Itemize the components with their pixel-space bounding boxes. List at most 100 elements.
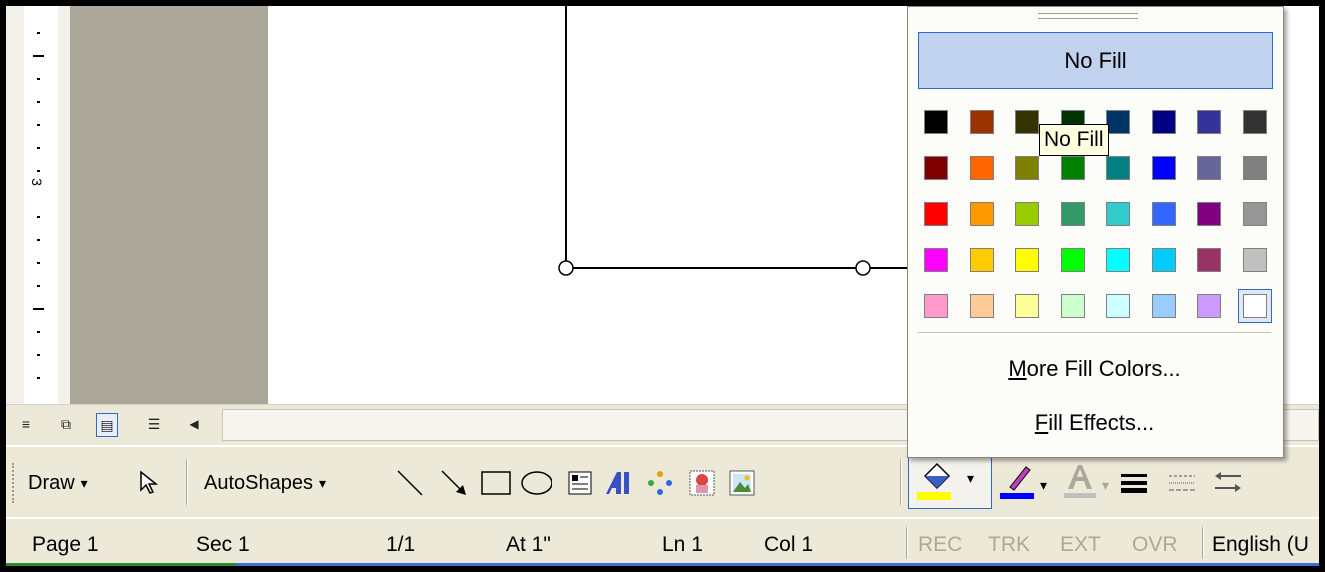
color-swatch[interactable] [969,294,994,318]
color-swatch[interactable] [924,110,948,134]
color-swatch[interactable] [969,202,994,226]
color-swatch[interactable] [1015,110,1039,134]
dash-style-icon [1169,475,1195,491]
color-swatch[interactable] [1151,248,1176,272]
draw-label: Draw [28,471,75,494]
color-swatch[interactable] [924,202,948,226]
scroll-left-button[interactable]: ◀ [184,413,204,435]
more-fill-colors-label: ore Fill Colors... [1026,356,1181,381]
color-swatch[interactable] [1151,202,1176,226]
color-swatch[interactable] [924,156,948,180]
resize-handle-bottom-left[interactable] [558,260,574,276]
color-swatch[interactable] [1151,110,1176,134]
fill-effects-item[interactable]: Fill Effects... [918,401,1271,445]
color-swatch[interactable] [1060,156,1085,180]
color-swatch[interactable] [1015,248,1039,272]
color-swatch[interactable] [1242,202,1267,226]
print-layout-view-button[interactable]: ▤ [96,413,118,437]
web-layout-view-icon: ⧉ [61,415,71,432]
status-trk[interactable]: TRK [988,533,1030,557]
color-swatch[interactable] [924,248,948,272]
color-swatch[interactable] [969,248,994,272]
line-style-button[interactable] [1118,467,1150,499]
color-swatch[interactable] [1015,156,1039,180]
status-ovr[interactable]: OVR [1132,533,1178,557]
autoshapes-menu-button[interactable]: AutoShapes ▾ [204,463,326,503]
line-icon [397,470,423,496]
color-swatch[interactable] [924,294,948,318]
dash-style-button[interactable] [1166,467,1198,499]
oval-button[interactable] [520,467,552,499]
fill-color-icon [917,462,951,500]
color-swatch[interactable] [1197,156,1221,180]
normal-view-button[interactable]: ≡ [16,413,36,435]
toolbar-grip[interactable] [12,463,17,503]
text-box-button[interactable] [564,467,596,499]
color-swatch[interactable] [1242,248,1267,272]
ruler-tick [37,354,40,356]
ruler-tick [37,377,40,379]
diagram-button[interactable] [644,467,676,499]
outline-view-button[interactable]: ☰ [144,413,164,435]
no-fill-button[interactable]: No Fill [918,32,1273,89]
clip-art-button[interactable] [686,467,718,499]
rectangle-icon [481,471,511,495]
web-layout-view-button[interactable]: ⧉ [56,413,76,435]
color-swatch[interactable] [1151,156,1176,180]
wordart-button[interactable] [602,467,634,499]
chevron-down-icon: ▾ [318,474,327,491]
color-swatch[interactable] [1015,294,1039,318]
color-swatch[interactable] [1151,294,1176,318]
color-swatch[interactable] [1106,156,1130,180]
status-language: English (U [1212,533,1309,556]
rectangle-button[interactable] [480,467,512,499]
word-window: 3 ≡ ⧉ ▤ ☰ ◀ Draw ▾ AutoShapes ▾ ▾ ▾ ▾ Pa… [6,6,1319,566]
color-swatch[interactable] [1106,294,1130,318]
resize-handle-bottom-middle[interactable] [855,260,871,276]
line-color-icon [1000,466,1034,499]
color-swatch[interactable] [1242,156,1267,180]
color-swatch[interactable] [1106,202,1130,226]
ruler-tick [37,262,40,264]
select-objects-button[interactable] [132,467,164,499]
ruler-tick [37,147,40,149]
scroll-left-icon: ◀ [189,417,199,431]
arrow-style-button[interactable] [1212,467,1244,499]
color-swatch[interactable] [1060,202,1085,226]
arrow-button[interactable] [438,467,470,499]
fill-color-button[interactable]: ▾ [908,453,992,509]
color-swatch[interactable] [1197,110,1221,134]
ruler-tick [37,285,40,287]
color-swatch[interactable] [1015,202,1039,226]
status-page: Page 1 [32,533,99,556]
line-color-button[interactable] [998,461,1038,501]
color-swatch[interactable] [1060,248,1085,272]
status-ext[interactable]: EXT [1060,533,1101,557]
color-swatch[interactable] [969,156,994,180]
more-fill-colors-item[interactable]: More Fill Colors... [918,347,1271,391]
line-button[interactable] [394,467,426,499]
normal-view-icon: ≡ [21,416,31,432]
clip-art-icon [689,470,715,496]
status-rec[interactable]: REC [918,533,962,557]
color-swatch[interactable] [1242,294,1267,318]
ruler-tick [37,239,40,241]
color-swatch[interactable] [1197,202,1221,226]
color-swatch[interactable] [1060,294,1085,318]
page-margin-area [70,6,268,404]
color-swatch[interactable] [969,110,994,134]
color-swatch[interactable] [1242,110,1267,134]
color-swatch[interactable] [1197,248,1221,272]
insert-picture-button[interactable] [726,467,758,499]
color-swatch[interactable] [1106,248,1130,272]
select-objects-icon [140,470,159,494]
draw-menu-button[interactable]: Draw ▾ [28,463,88,503]
chevron-down-icon[interactable]: ▾ [1040,477,1047,494]
font-color-button[interactable] [1060,461,1100,501]
taskbar-edge [236,563,1319,566]
color-swatch[interactable] [1197,294,1221,318]
palette-drag-handle[interactable] [1038,13,1138,19]
color-swatch[interactable] [1106,110,1130,134]
status-divider [1202,527,1204,559]
ruler-tick [37,331,40,333]
